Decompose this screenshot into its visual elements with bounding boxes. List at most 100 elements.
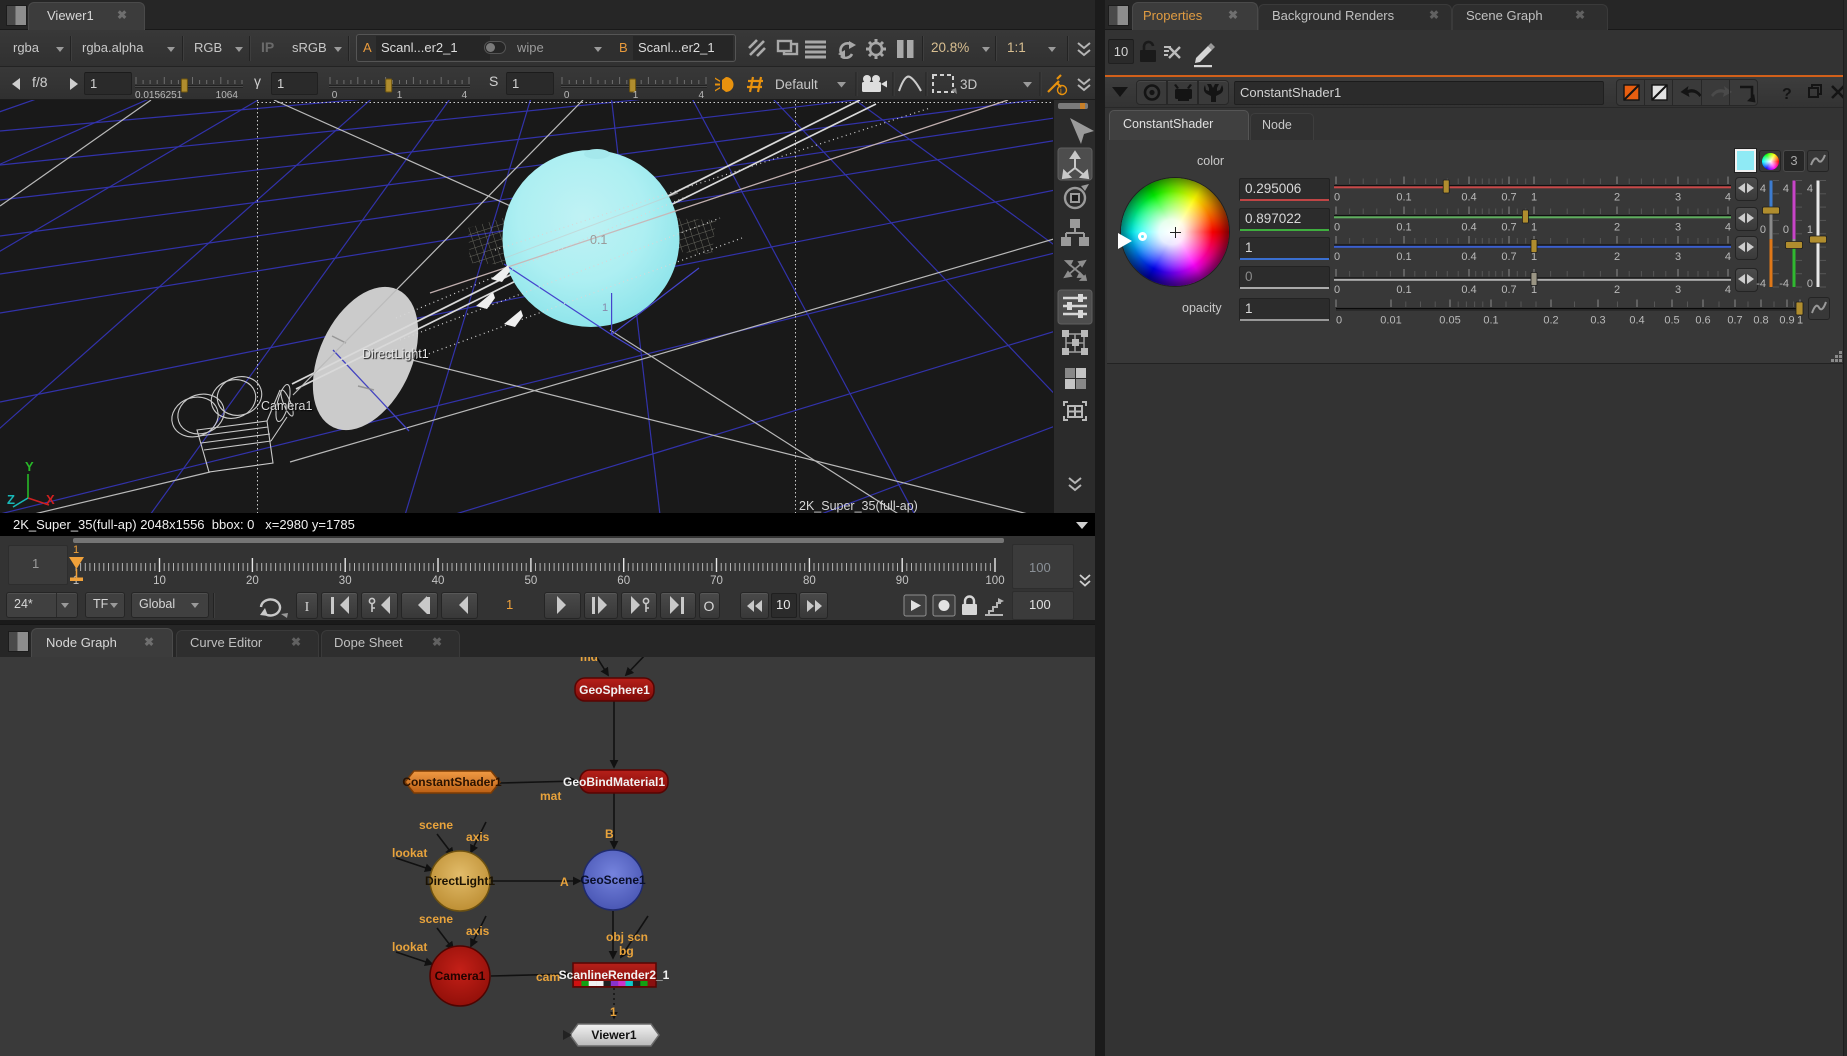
svg-text:axis: axis (466, 924, 490, 938)
svg-text:50: 50 (525, 575, 538, 587)
svg-text:4: 4 (462, 90, 468, 100)
svg-text:0.05: 0.05 (1439, 315, 1460, 327)
svg-text:0.7: 0.7 (1501, 222, 1516, 234)
svg-text:1: 1 (73, 544, 79, 556)
svg-text:3: 3 (1675, 251, 1681, 263)
svg-text:0.7: 0.7 (1727, 315, 1742, 327)
svg-text:DirectLight1: DirectLight1 (425, 874, 495, 888)
svg-text:90: 90 (896, 575, 909, 587)
svg-text:0.9: 0.9 (1779, 315, 1794, 327)
svg-text:0.1: 0.1 (1396, 192, 1411, 204)
svg-text:70: 70 (710, 575, 723, 587)
svg-text:axis: axis (466, 830, 490, 844)
svg-text:4: 4 (1725, 251, 1731, 263)
svg-text:lookat: lookat (392, 846, 427, 860)
svg-text:0.0156251: 0.0156251 (135, 90, 183, 100)
svg-text:0.1: 0.1 (590, 233, 607, 247)
svg-text:0.01: 0.01 (1380, 315, 1401, 327)
svg-text:mat: mat (540, 789, 561, 803)
svg-text:80: 80 (803, 575, 816, 587)
svg-text:0.3: 0.3 (1590, 315, 1605, 327)
svg-text:O: O (704, 598, 715, 614)
svg-text:ScanlineRender2_1: ScanlineRender2_1 (559, 968, 670, 982)
svg-text:0.6: 0.6 (1695, 315, 1710, 327)
svg-text:i: i (1060, 87, 1062, 96)
svg-text:0: 0 (1334, 222, 1340, 234)
svg-text:3: 3 (1675, 284, 1681, 296)
svg-text:Viewer1: Viewer1 (591, 1028, 636, 1042)
svg-text:0.8: 0.8 (1753, 315, 1768, 327)
svg-text:30: 30 (339, 575, 352, 587)
svg-text:0: 0 (1334, 251, 1340, 263)
svg-text:I: I (305, 600, 310, 615)
svg-text:0: 0 (332, 90, 338, 100)
svg-text:0.4: 0.4 (1461, 222, 1476, 234)
svg-text:obj scn: obj scn (606, 930, 648, 944)
svg-text:0.4: 0.4 (1629, 315, 1644, 327)
svg-text:-4: -4 (1756, 278, 1766, 290)
svg-text:1: 1 (633, 90, 639, 100)
svg-text:60: 60 (617, 575, 630, 587)
svg-text:GeoSphere1: GeoSphere1 (579, 683, 650, 697)
svg-text:0.7: 0.7 (1501, 284, 1516, 296)
svg-text:0.1: 0.1 (1483, 315, 1498, 327)
svg-text:1: 1 (1531, 222, 1537, 234)
svg-text:Z: Z (7, 492, 15, 507)
svg-text:0.4: 0.4 (1461, 251, 1476, 263)
svg-text:2: 2 (1614, 192, 1620, 204)
svg-text:lookat: lookat (392, 940, 427, 954)
svg-text:4: 4 (1783, 183, 1789, 195)
svg-text:0.5: 0.5 (1664, 315, 1679, 327)
svg-text:0.4: 0.4 (1461, 192, 1476, 204)
svg-text:1: 1 (397, 90, 403, 100)
svg-text:3: 3 (1675, 222, 1681, 234)
svg-text:4: 4 (1725, 192, 1731, 204)
svg-text:?: ? (1782, 86, 1792, 103)
svg-text:0: 0 (1783, 224, 1789, 236)
svg-text:scene: scene (419, 912, 453, 926)
svg-text:B: B (605, 827, 614, 841)
svg-text:1: 1 (610, 1005, 617, 1019)
svg-text:0: 0 (1760, 224, 1766, 236)
svg-text:3D: 3D (960, 77, 978, 92)
svg-text:GeoScene1: GeoScene1 (580, 873, 646, 887)
svg-text:0.7: 0.7 (1501, 251, 1516, 263)
svg-text:0: 0 (1334, 284, 1340, 296)
svg-text:4: 4 (1760, 183, 1766, 195)
svg-text:0.2: 0.2 (1543, 315, 1558, 327)
svg-text:0: 0 (1334, 192, 1340, 204)
svg-text:0.1: 0.1 (1396, 284, 1411, 296)
svg-text:Camera1: Camera1 (261, 399, 312, 413)
svg-text:100: 100 (985, 575, 1004, 587)
svg-text:0: 0 (1336, 315, 1342, 327)
svg-text:1: 1 (602, 302, 608, 314)
svg-text:GeoBindMaterial1: GeoBindMaterial1 (563, 775, 665, 789)
svg-text:2: 2 (1614, 284, 1620, 296)
svg-text:2K_Super_35(full-ap): 2K_Super_35(full-ap) (799, 499, 918, 513)
svg-text:0: 0 (564, 90, 570, 100)
svg-text:X: X (46, 492, 55, 507)
svg-text:1: 1 (1807, 224, 1813, 236)
svg-text:-4: -4 (1779, 278, 1789, 290)
svg-text:3: 3 (1675, 192, 1681, 204)
svg-text:0.1: 0.1 (1396, 251, 1411, 263)
svg-text:20: 20 (246, 575, 259, 587)
svg-text:1064: 1064 (216, 90, 239, 100)
svg-text:0.7: 0.7 (1501, 192, 1516, 204)
svg-text:0.4: 0.4 (1461, 284, 1476, 296)
svg-text:4: 4 (1725, 222, 1731, 234)
svg-text:md: md (580, 657, 598, 664)
svg-text:bg: bg (619, 944, 634, 958)
svg-text:2: 2 (1614, 222, 1620, 234)
svg-text:4: 4 (699, 90, 705, 100)
svg-text:A: A (560, 875, 569, 889)
svg-text:4: 4 (1807, 183, 1813, 195)
svg-text:DirectLight1: DirectLight1 (362, 347, 429, 361)
svg-text:Default: Default (775, 77, 818, 92)
svg-text:cam: cam (536, 970, 560, 984)
svg-text:1: 1 (1797, 315, 1803, 327)
svg-text:1: 1 (1531, 192, 1537, 204)
svg-text:40: 40 (432, 575, 445, 587)
svg-text:10: 10 (153, 575, 166, 587)
svg-text:0.1: 0.1 (1396, 222, 1411, 234)
